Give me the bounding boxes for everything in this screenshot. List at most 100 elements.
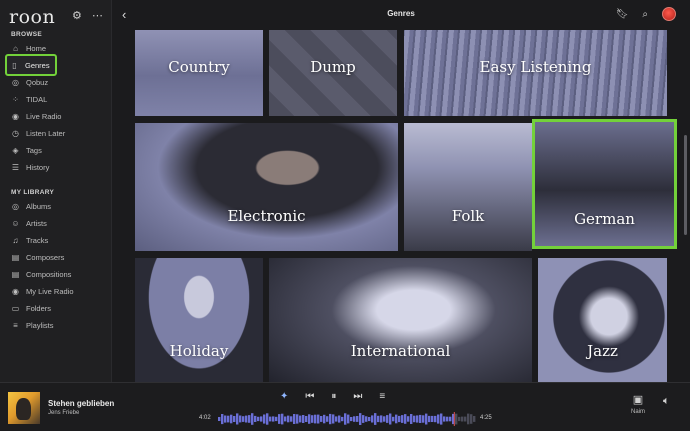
sidebar-item-label: Albums (26, 202, 52, 211)
genre-grid: Country Dump Easy Listening Electronic Folk G… (112, 30, 690, 382)
waveform-bar (410, 414, 413, 424)
genre-tile-dump[interactable]: Dump (269, 30, 397, 116)
zone-name: Naim (630, 409, 645, 415)
genre-tile-electronic[interactable]: Electronic (135, 123, 398, 251)
waveform-bar (284, 416, 287, 422)
waveform-bar (431, 415, 434, 422)
waveform-bar (287, 415, 290, 423)
sidebar-item-tracks[interactable]: ♫ Tracks (9, 233, 105, 248)
speaker-icon: ▣ (632, 394, 644, 406)
sidebar-item-composers[interactable]: ▤ Composers (9, 250, 105, 265)
waveform-bar (365, 416, 368, 422)
waveform-bar (218, 417, 221, 421)
composer-icon: ▤ (11, 253, 20, 262)
waveform-seekbar[interactable] (218, 412, 476, 426)
waveform-bar (266, 413, 269, 425)
sidebar-item-label: Playlists (26, 321, 54, 330)
sidebar-item-listen-later[interactable]: ◷ Listen Later (9, 126, 105, 141)
waveform-bar (269, 416, 272, 422)
home-icon: ⌂ (13, 44, 18, 53)
history-icon: ☰ (11, 163, 20, 172)
waveform-bar (323, 414, 326, 424)
waveform-bar (242, 416, 245, 422)
waveform-bar (407, 416, 410, 422)
sidebar-item-albums[interactable]: ◎ Albums (9, 199, 105, 214)
waveform-bar (434, 415, 437, 423)
gear-icon[interactable]: ⚙ (72, 10, 82, 22)
genre-label: Country (168, 58, 230, 76)
genre-tile-easy-listening[interactable]: Easy Listening (404, 30, 667, 116)
genre-tile-jazz[interactable]: Jazz (538, 258, 667, 382)
tag-icon: ◈ (12, 146, 19, 155)
waveform-bar (443, 416, 446, 422)
next-icon[interactable]: ⏭ (353, 391, 362, 402)
genre-label: Holiday (169, 342, 229, 360)
sidebar-item-tidal[interactable]: ⁘ TIDAL (9, 92, 105, 107)
sidebar-item-label: Home (26, 44, 47, 53)
genre-label: Jazz (587, 342, 618, 360)
sidebar-item-qobuz[interactable]: ◎ Qobuz (9, 75, 105, 90)
more-icon[interactable]: ⋯ (92, 10, 103, 22)
waveform-bar (395, 414, 398, 424)
track-title[interactable]: Stehen geblieben (48, 399, 114, 408)
waveform-bar (422, 415, 425, 423)
scrollbar[interactable] (684, 135, 687, 235)
waveform-bar (248, 415, 251, 423)
waveform-bar (347, 414, 350, 424)
sidebar-item-label: Compositions (26, 270, 72, 279)
waveform-bar (278, 414, 281, 424)
sidebar-item-my-live-radio[interactable]: ◉ My Live Radio (9, 284, 105, 299)
waveform-bar (377, 415, 380, 423)
sidebar-item-genres[interactable]: ▯ Genres (5, 54, 57, 76)
sidebar-item-tags[interactable]: ◈ Tags (9, 143, 105, 158)
track-artist[interactable]: Jens Friebe (48, 410, 79, 416)
sidebar-item-label: Artists (26, 219, 47, 228)
genre-tile-holiday[interactable]: Holiday (135, 258, 263, 382)
sidebar-item-playlists[interactable]: ≡ Playlists (9, 318, 105, 333)
search-icon[interactable]: ⌕ (642, 9, 648, 20)
sidebar-item-label: History (26, 163, 50, 172)
bookmark-icon[interactable]: 🔖︎ (616, 9, 629, 20)
waveform-bar (335, 416, 338, 422)
avatar[interactable] (662, 7, 676, 21)
zone-selector[interactable]: ▣ Naim (626, 393, 650, 415)
sidebar-item-history[interactable]: ☰ History (9, 160, 105, 175)
waveform-bar (455, 413, 458, 425)
sidebar-item-folders[interactable]: ▭ Folders (9, 301, 105, 316)
waveform-bar (221, 414, 224, 425)
sidebar-item-live-radio[interactable]: ◉ Live Radio (9, 109, 105, 124)
waveform-bar (305, 416, 308, 422)
radio-icon[interactable]: ✦ (280, 391, 288, 402)
waveform-bar (245, 415, 248, 423)
genre-tile-country[interactable]: Country (135, 30, 263, 116)
sidebar-item-label: Live Radio (26, 112, 62, 121)
waveform-bar (383, 416, 386, 422)
waveform-bar (311, 415, 314, 423)
waveform-bar (239, 415, 242, 423)
waveform-bar (380, 415, 383, 423)
sidebar-item-label: My Live Radio (26, 287, 74, 296)
sidebar-item-label: Folders (26, 304, 52, 313)
sidebar-item-artists[interactable]: ☺ Artists (9, 216, 105, 231)
genre-artwork (135, 258, 263, 382)
album-cover[interactable] (8, 392, 40, 424)
tidal-icon: ⁘ (12, 95, 19, 104)
sidebar-top-icons: ⚙ ⋯ (72, 10, 103, 22)
waveform-bar (251, 413, 254, 425)
elapsed-time: 4:02 (199, 415, 211, 421)
pause-icon[interactable]: ⏸ (331, 391, 336, 402)
genre-tile-folk[interactable]: Folk (404, 123, 532, 251)
playlist-icon: ≡ (13, 321, 18, 330)
sidebar-item-compositions[interactable]: ▤ Compositions (9, 267, 105, 282)
genre-tile-german[interactable]: German (532, 119, 677, 249)
waveform-bar (362, 415, 365, 423)
sidebar-item-label: Qobuz (26, 78, 49, 87)
waveform-bar (299, 415, 302, 423)
waveform-bar (425, 413, 428, 425)
waveform-bar (254, 415, 257, 422)
queue-icon[interactable]: ≡ (379, 391, 385, 402)
genre-tile-international[interactable]: International (269, 258, 532, 382)
previous-icon[interactable]: ⏮ (305, 391, 314, 402)
volume-icon[interactable]: 🔈︎ (663, 395, 670, 408)
artist-icon: ☺ (11, 219, 20, 228)
